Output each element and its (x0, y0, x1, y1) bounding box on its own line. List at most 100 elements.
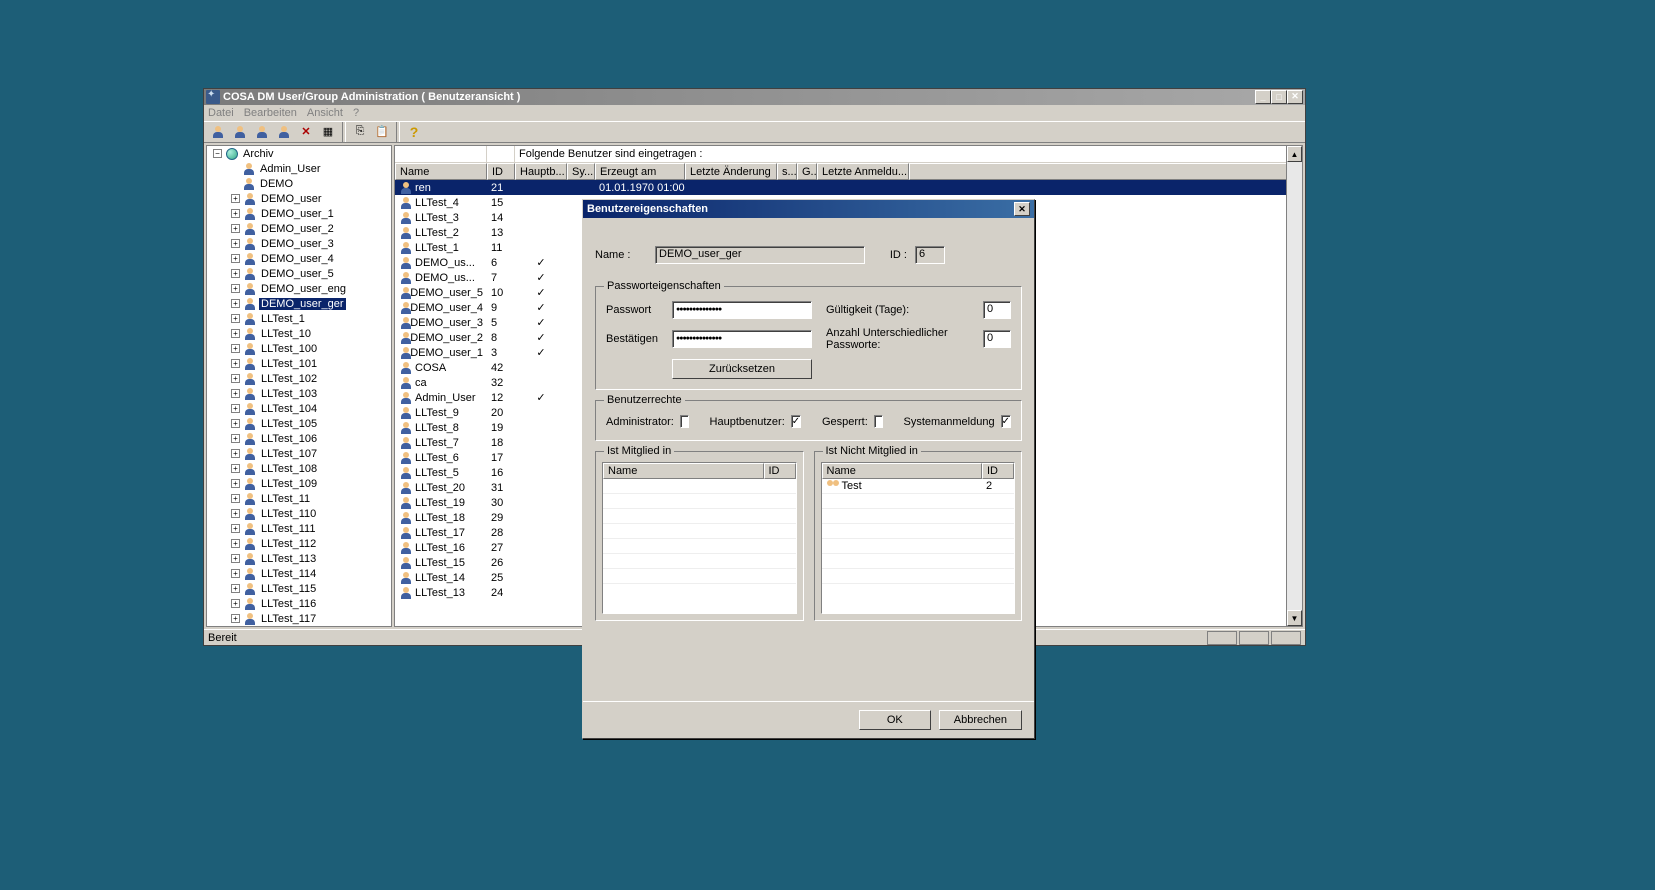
table-row[interactable]: ren2101.01.1970 01:00 (395, 180, 1302, 195)
dialog-titlebar[interactable]: Benutzereigenschaften ✕ (583, 200, 1034, 218)
collapse-icon[interactable]: − (213, 149, 222, 158)
tb-help[interactable]: ? (404, 122, 424, 142)
tree-item[interactable]: +LLTest_107 (207, 446, 391, 461)
tree-item[interactable]: +LLTest_110 (207, 506, 391, 521)
tree-item[interactable]: Admin_User (207, 161, 391, 176)
tree-item[interactable]: +LLTest_105 (207, 416, 391, 431)
col-id[interactable]: ID (764, 463, 796, 479)
tree-item[interactable]: +DEMO_user_3 (207, 236, 391, 251)
expand-icon[interactable]: + (231, 224, 240, 233)
confirm-input[interactable]: ●●●●●●●●●●●●●● (672, 330, 812, 348)
col-id[interactable]: ID (982, 463, 1014, 479)
titlebar[interactable]: COSA DM User/Group Administration ( Benu… (204, 89, 1305, 105)
tree-item[interactable]: +LLTest_112 (207, 536, 391, 551)
menu-ansicht[interactable]: Ansicht (307, 107, 343, 119)
expand-icon[interactable]: + (231, 614, 240, 623)
tree-item[interactable]: +DEMO_user_eng (207, 281, 391, 296)
expand-icon[interactable]: + (231, 464, 240, 473)
tree-panel[interactable]: − Archiv Admin_UserDEMO+DEMO_user+DEMO_u… (206, 145, 392, 627)
tree-item[interactable]: +LLTest_117 (207, 611, 391, 626)
tree-item[interactable]: +LLTest_101 (207, 356, 391, 371)
tree-item[interactable]: +DEMO_user_1 (207, 206, 391, 221)
expand-icon[interactable]: + (231, 284, 240, 293)
tb-delete[interactable]: ✕ (296, 122, 316, 142)
menu-bearbeiten[interactable]: Bearbeiten (244, 107, 297, 119)
scrollbar-vertical[interactable]: ▲ ▼ (1286, 146, 1302, 626)
tb-props[interactable]: ▦ (318, 122, 338, 142)
tree-item[interactable]: +LLTest_114 (207, 566, 391, 581)
col-name[interactable]: Name (603, 463, 764, 479)
menu-help[interactable]: ? (353, 107, 359, 119)
expand-icon[interactable]: + (231, 554, 240, 563)
column-header[interactable]: Letzte Anmeldu... (817, 163, 909, 180)
tree-item[interactable]: +LLTest_102 (207, 371, 391, 386)
tree-item[interactable]: +LLTest_11 (207, 491, 391, 506)
column-header[interactable]: Erzeugt am (595, 163, 685, 180)
expand-icon[interactable]: + (231, 209, 240, 218)
syslogin-checkbox[interactable]: ✓ (1001, 415, 1011, 428)
expand-icon[interactable]: + (231, 314, 240, 323)
filter-name[interactable] (395, 146, 487, 162)
expand-icon[interactable]: + (231, 404, 240, 413)
scroll-down-icon[interactable]: ▼ (1287, 610, 1302, 626)
tb-user-2[interactable] (230, 122, 250, 142)
tree-item[interactable]: +DEMO_user_4 (207, 251, 391, 266)
tb-paste[interactable]: 📋 (372, 122, 392, 142)
ok-button[interactable]: OK (859, 710, 931, 730)
locked-checkbox[interactable] (874, 415, 883, 428)
filter-id[interactable] (487, 146, 515, 162)
column-header[interactable]: Sy... (567, 163, 595, 180)
tree-item[interactable]: +DEMO_user_5 (207, 266, 391, 281)
expand-icon[interactable]: + (231, 419, 240, 428)
expand-icon[interactable]: + (231, 269, 240, 278)
tree-item[interactable]: +LLTest_100 (207, 341, 391, 356)
column-header[interactable]: ID (487, 163, 515, 180)
tree-root[interactable]: − Archiv (207, 146, 391, 161)
tree-item[interactable]: +LLTest_103 (207, 386, 391, 401)
expand-icon[interactable]: + (231, 359, 240, 368)
tb-copy[interactable]: ⎘ (350, 122, 370, 142)
expand-icon[interactable]: + (231, 539, 240, 548)
expand-icon[interactable]: + (231, 254, 240, 263)
expand-icon[interactable]: + (231, 389, 240, 398)
mainuser-checkbox[interactable]: ✓ (791, 415, 801, 428)
dialog-close-button[interactable]: ✕ (1014, 202, 1030, 216)
column-header[interactable]: G... (797, 163, 817, 180)
scroll-track[interactable] (1287, 162, 1302, 610)
scroll-up-icon[interactable]: ▲ (1287, 146, 1302, 162)
tree-item[interactable]: +DEMO_user_2 (207, 221, 391, 236)
tree-item[interactable]: +LLTest_111 (207, 521, 391, 536)
password-input[interactable]: ●●●●●●●●●●●●●● (672, 301, 812, 319)
tree-item[interactable]: +LLTest_116 (207, 596, 391, 611)
expand-icon[interactable]: + (231, 509, 240, 518)
column-header[interactable]: s... (777, 163, 797, 180)
menu-datei[interactable]: Datei (208, 107, 234, 119)
validity-input[interactable]: 0 (983, 301, 1011, 319)
tb-user-3[interactable] (252, 122, 272, 142)
expand-icon[interactable]: + (231, 344, 240, 353)
tree-item[interactable]: +LLTest_113 (207, 551, 391, 566)
admin-checkbox[interactable] (680, 415, 689, 428)
distinct-input[interactable]: 0 (983, 330, 1011, 348)
tree-item[interactable]: +LLTest_106 (207, 431, 391, 446)
cancel-button[interactable]: Abbrechen (939, 710, 1022, 730)
tree-item[interactable]: +LLTest_1 (207, 311, 391, 326)
close-button[interactable]: ✕ (1287, 90, 1303, 104)
expand-icon[interactable]: + (231, 329, 240, 338)
expand-icon[interactable]: + (231, 524, 240, 533)
list-row[interactable]: Test 2 (822, 479, 1015, 494)
expand-icon[interactable]: + (231, 599, 240, 608)
expand-icon[interactable]: + (231, 194, 240, 203)
tb-user-1[interactable] (208, 122, 228, 142)
reset-button[interactable]: Zurücksetzen (672, 359, 812, 379)
tree-item[interactable]: +DEMO_user_ger (207, 296, 391, 311)
maximize-button[interactable]: □ (1271, 90, 1287, 104)
tb-user-4[interactable] (274, 122, 294, 142)
tree-item[interactable]: +DEMO_user (207, 191, 391, 206)
minimize-button[interactable]: _ (1255, 90, 1271, 104)
tree-item[interactable]: +LLTest_115 (207, 581, 391, 596)
expand-icon[interactable]: + (231, 479, 240, 488)
expand-icon[interactable]: + (231, 434, 240, 443)
tree-item[interactable]: +LLTest_109 (207, 476, 391, 491)
expand-icon[interactable]: + (231, 239, 240, 248)
